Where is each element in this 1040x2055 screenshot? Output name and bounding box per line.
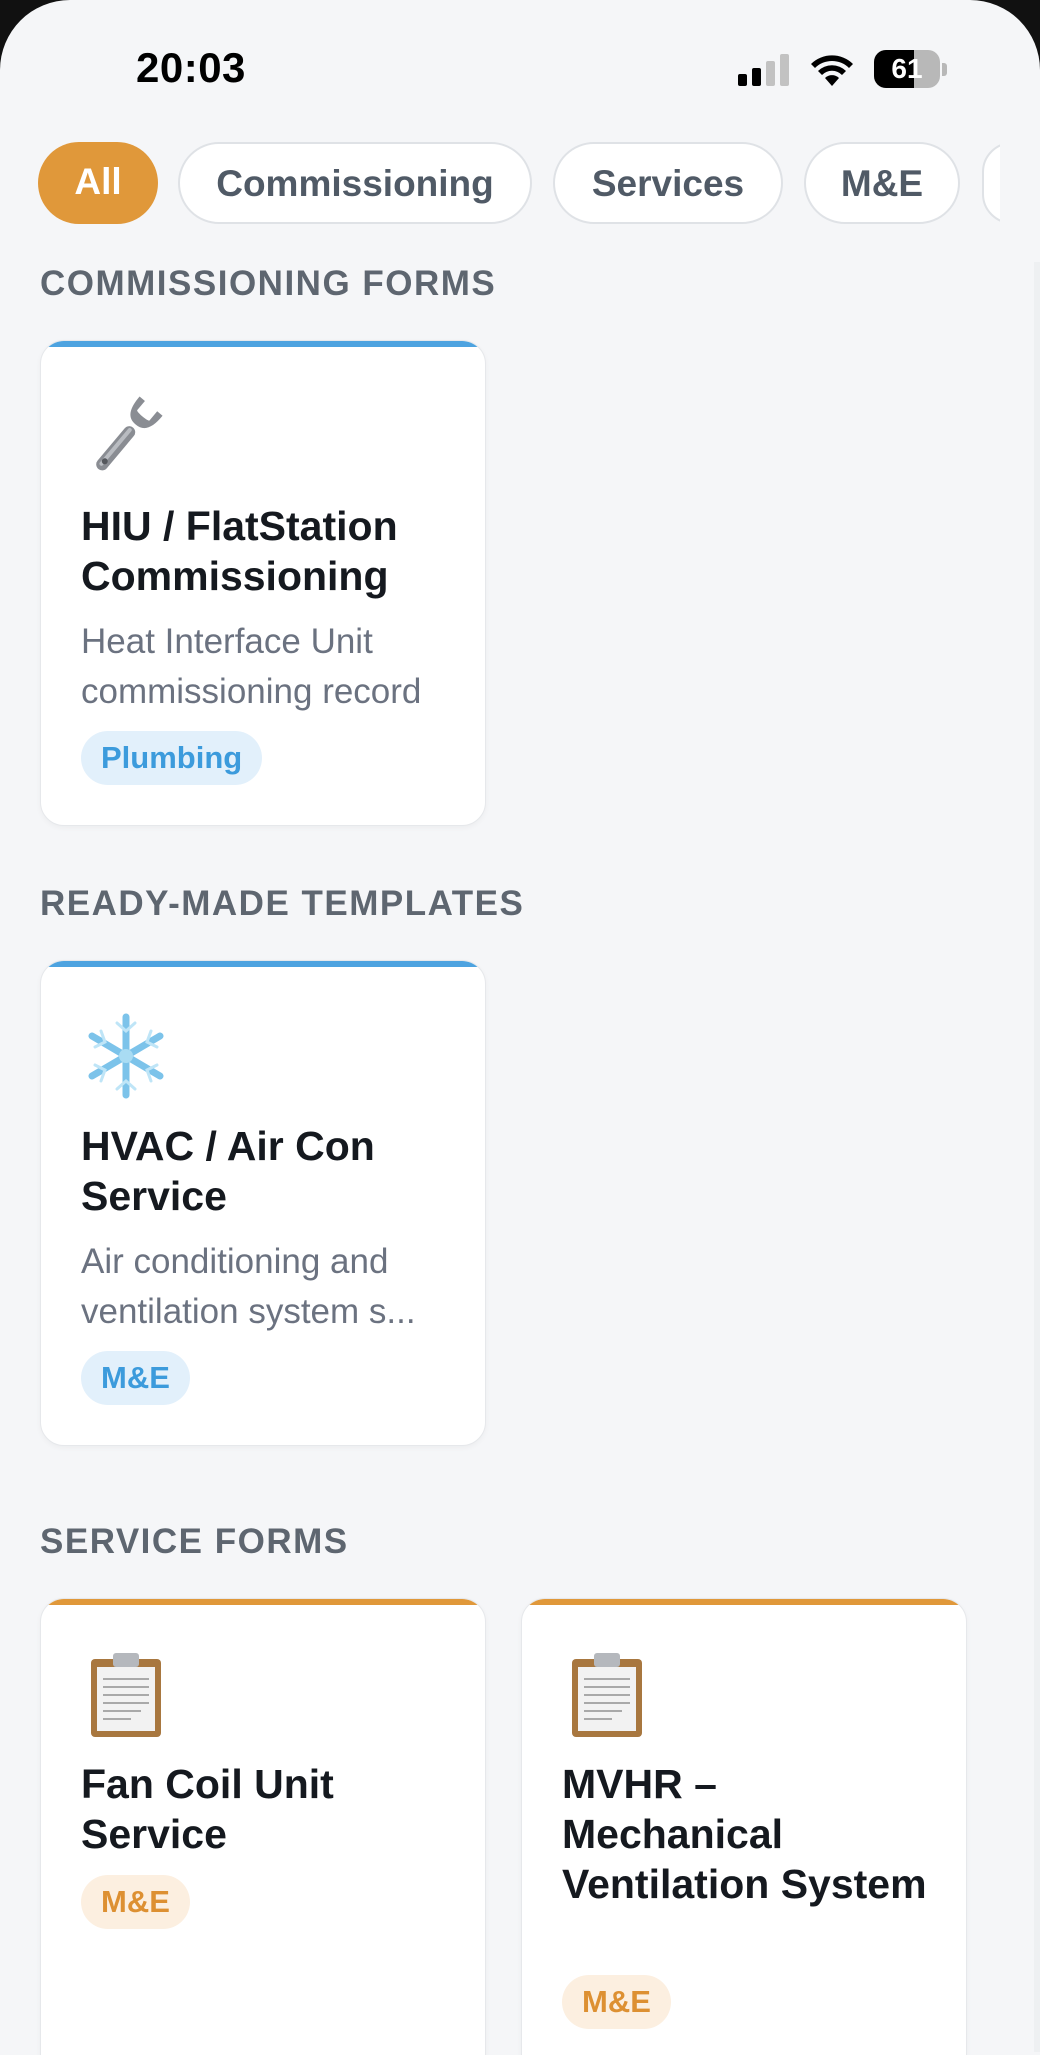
cellular-signal-icon (738, 54, 789, 86)
filter-chip-me[interactable]: M&E (804, 142, 960, 224)
form-card-hvac-service[interactable]: HVAC / Air Con Service Air conditioning … (40, 960, 486, 1446)
section-title-ready-made-templates: READY-MADE TEMPLATES (40, 884, 525, 923)
form-card-mvhr-ventilation[interactable]: MVHR – Mechanical Ventilation System M&E (521, 1598, 967, 2055)
form-card-fan-coil-unit-service[interactable]: Fan Coil Unit Service M&E (40, 1598, 486, 2055)
battery-level: 61 (891, 53, 923, 84)
category-tag: Plumbing (81, 731, 263, 785)
card-description: Heat Interface Unit commissioning record (81, 622, 422, 711)
form-card-hiu-commissioning[interactable]: HIU / FlatStation Commissioning Heat Int… (40, 340, 486, 826)
card-accent-bar (522, 1599, 966, 1605)
card-accent-bar (41, 341, 485, 347)
section-title-commissioning-forms: COMMISSIONING FORMS (40, 264, 497, 303)
section-title-service-forms: SERVICE FORMS (40, 1522, 349, 1561)
filter-chip-commissioning[interactable]: Commissioning (178, 142, 532, 224)
card-title: Fan Coil Unit Service (81, 1761, 334, 1857)
card-title: HVAC / Air Con Service (81, 1123, 375, 1219)
card-accent-bar (41, 1599, 485, 1605)
filter-chip-row[interactable]: All Commissioning Services M&E (38, 140, 1000, 228)
wifi-icon (811, 55, 853, 86)
battery-icon: 61 (874, 50, 950, 90)
category-tag: M&E (81, 1875, 190, 1929)
card-title: MVHR – Mechanical Ventilation System (562, 1761, 927, 1907)
snowflake-icon (88, 1013, 164, 1099)
card-accent-bar (41, 961, 485, 967)
app-screen: 20:03 61 All Commissioning Services M&E (0, 0, 1040, 2055)
filter-chip-more[interactable] (982, 142, 1000, 224)
wrench-icon (96, 396, 163, 471)
clipboard-icon (91, 1653, 161, 1737)
filter-chip-services[interactable]: Services (553, 142, 783, 224)
card-title: HIU / FlatStation Commissioning (81, 503, 398, 599)
category-tag: M&E (81, 1351, 190, 1405)
status-time: 20:03 (136, 44, 246, 91)
status-bar: 20:03 61 (0, 0, 1040, 130)
category-tag: M&E (562, 1975, 671, 2029)
scroll-track (1034, 262, 1040, 2052)
filter-chip-all[interactable]: All (38, 142, 158, 224)
clipboard-icon (572, 1653, 642, 1737)
card-description: Air conditioning and ventilation system … (81, 1242, 416, 1331)
